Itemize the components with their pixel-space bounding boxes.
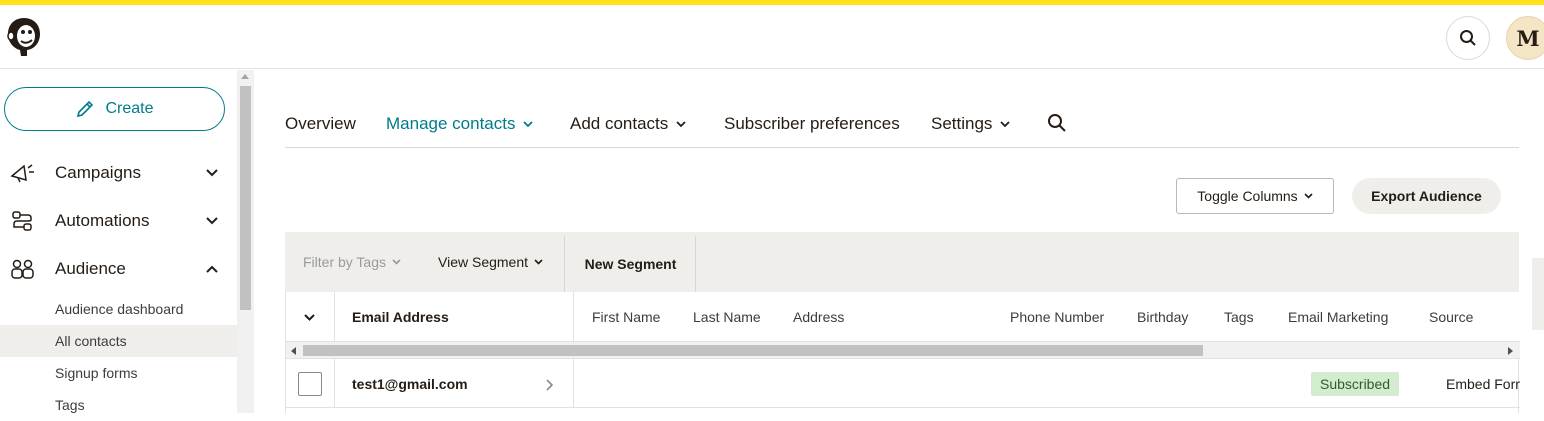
chevron-up-icon [206,265,218,273]
main-content: Overview Manage contacts Add contacts Su… [255,70,1544,413]
filter-bar: Filter by Tags View Segment New Segment [285,232,1519,292]
sidebar-subitem-tags[interactable]: Tags [0,389,237,421]
column-divider [573,359,574,408]
contacts-table: Email Address First Name Last Name Addre… [285,292,1520,413]
export-audience-button[interactable]: Export Audience [1352,178,1501,214]
view-segment-dropdown[interactable]: View Segment [438,232,543,292]
sidebar-item-label: Audience [55,259,126,278]
avatar[interactable]: M [1506,16,1544,60]
sidebar-subitem-audience-dashboard[interactable]: Audience dashboard [0,293,237,325]
tab-manage-contacts[interactable]: Manage contacts [386,114,534,134]
tab-label: Manage contacts [386,114,516,133]
filter-by-tags-label: Filter by Tags [303,254,386,270]
scroll-right-arrow-icon[interactable] [1508,347,1513,355]
table-row[interactable]: test1@gmail.com Subscribed Embed Form [286,359,1520,408]
cell-email[interactable]: test1@gmail.com [352,359,468,408]
new-segment-button[interactable]: New Segment [565,236,696,292]
tab-label: Add contacts [570,114,669,133]
table-header: Email Address First Name Last Name Addre… [286,292,1520,342]
select-all-chevron[interactable] [304,292,315,342]
top-header: M [0,5,1544,69]
view-segment-label: View Segment [438,254,529,270]
create-button-label: Create [105,100,154,117]
scroll-up-arrow-icon[interactable] [241,74,249,79]
column-header-birthday[interactable]: Birthday [1137,292,1188,342]
pencil-icon [77,100,94,118]
sidebar-subitem-all-contacts[interactable]: All contacts [0,325,237,357]
tab-settings[interactable]: Settings [931,114,1011,134]
horizontal-scroll-thumb[interactable] [303,345,1203,356]
audience-tabs: Overview Manage contacts Add contacts Su… [285,108,1519,148]
side-panel-handle[interactable] [1532,258,1544,330]
sidebar-subitem-signup-forms[interactable]: Signup forms [0,357,237,389]
tab-overview[interactable]: Overview [285,114,356,134]
chevron-down-icon [534,259,543,265]
tab-label: Settings [931,114,993,133]
column-header-email[interactable]: Email Address [352,292,449,342]
column-header-tags[interactable]: Tags [1224,292,1254,342]
column-divider [573,292,574,342]
search-icon[interactable] [1047,113,1067,133]
chevron-down-icon [1304,193,1313,199]
column-header-email-marketing[interactable]: Email Marketing [1288,292,1388,342]
row-checkbox[interactable] [298,372,322,396]
filter-by-tags-dropdown[interactable]: Filter by Tags [303,232,401,292]
flow-icon [12,211,32,231]
create-button[interactable]: Create [4,87,225,131]
chevron-down-icon [676,120,686,127]
column-header-source[interactable]: Source [1429,292,1473,342]
chevron-down-icon [304,313,315,321]
tab-subscriber-preferences[interactable]: Subscriber preferences [724,114,900,134]
column-header-first-name[interactable]: First Name [592,292,660,342]
chevron-down-icon [206,217,218,225]
sidebar-item-audience[interactable]: Audience [0,249,237,289]
megaphone-icon [10,164,34,183]
sidebar-item-campaigns[interactable]: Campaigns [0,153,237,193]
divider [695,236,696,292]
column-header-phone[interactable]: Phone Number [1010,292,1104,342]
sidebar: Create Campaigns Automations Audience Au… [0,70,254,413]
toggle-columns-label: Toggle Columns [1197,188,1298,204]
toggle-columns-button[interactable]: Toggle Columns [1176,178,1334,214]
mailchimp-logo-icon[interactable] [4,15,44,59]
column-divider [334,359,335,408]
tab-label: Subscriber preferences [724,114,900,133]
sidebar-scroll-thumb[interactable] [240,86,251,310]
sidebar-item-label: Automations [55,211,150,230]
sidebar-item-label: Campaigns [55,163,141,182]
tab-label: Overview [285,114,356,133]
chevron-right-icon[interactable] [546,379,554,391]
sidebar-item-automations[interactable]: Automations [0,201,237,241]
chevron-down-icon [523,120,534,127]
scroll-left-arrow-icon[interactable] [291,347,296,355]
chevron-down-icon [392,259,401,265]
audience-icon [11,259,34,279]
column-header-address[interactable]: Address [793,292,844,342]
global-search-button[interactable] [1446,16,1490,60]
cell-source: Embed Form [1446,375,1520,392]
tab-add-contacts[interactable]: Add contacts [570,114,686,134]
table-horizontal-scrollbar[interactable] [286,342,1520,359]
chevron-down-icon [1000,120,1011,127]
column-divider [334,292,335,342]
chevron-down-icon [206,169,218,177]
search-icon [1460,30,1476,46]
column-header-last-name[interactable]: Last Name [693,292,761,342]
status-badge: Subscribed [1311,372,1400,396]
